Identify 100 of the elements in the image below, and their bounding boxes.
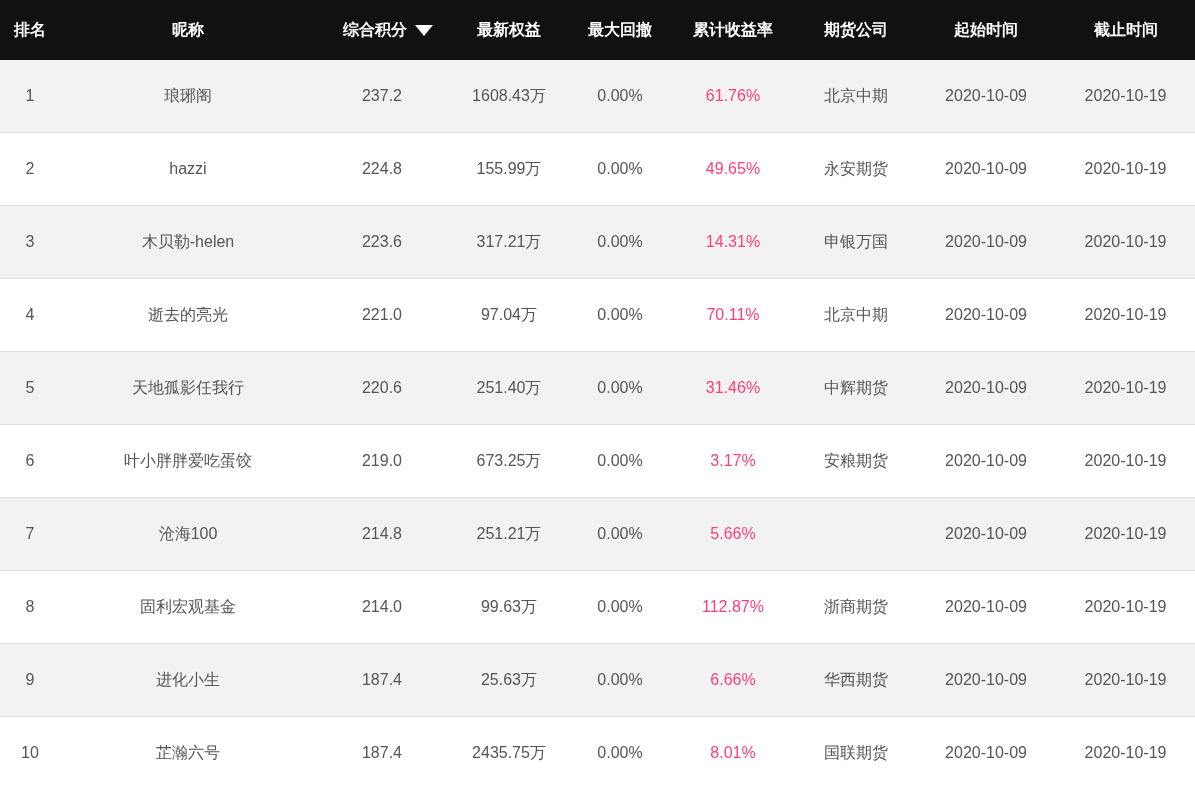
table-cell-text: 99.63万 [480,597,537,617]
column-header[interactable]: 累计收益率 [670,18,796,42]
table-cell-text: 2020-10-19 [1084,597,1167,617]
column-header[interactable]: 截止时间 [1056,18,1195,42]
column-header[interactable]: 期货公司 [796,18,916,42]
table-cell-text: 97.04万 [480,305,537,325]
table-cell-text: 2020-10-09 [945,232,1027,252]
table-cell-text: 叶小胖胖爱吃蛋饺 [124,451,252,471]
table-cell-text: 223.6 [361,232,402,252]
table-cell-text: 6 [25,451,35,471]
table-cell-text: 317.21万 [476,232,542,252]
column-header[interactable]: 排名 [0,18,60,42]
column-label: 截止时间 [1093,20,1158,40]
column-header[interactable]: 起始时间 [916,18,1056,42]
table-cell-text: 0.00% [597,159,643,179]
table-cell-text: 2020-10-09 [945,670,1027,690]
column-label: 起始时间 [954,20,1018,40]
table-cell-text: 61.76% [705,86,761,106]
table-cell-text: 北京中期 [824,86,888,106]
table-cell-text: 187.4 [361,743,402,763]
table-cell-text: 3 [25,232,35,252]
table-cell-text: 2020-10-19 [1084,232,1167,252]
table-cell-text: 2020-10-19 [1084,743,1167,763]
table-cell-text: 10 [21,743,39,763]
table-cell-text: 219.0 [361,451,402,471]
table-cell-text: 2020-10-19 [1084,451,1167,471]
table-cell-text: 安粮期货 [824,451,888,471]
table-cell-text: 214.0 [361,597,402,617]
table-cell-text: 2435.75万 [472,743,546,763]
table-cell-text: 木贝勒-helen [141,232,235,252]
table-cell-text: 8 [25,597,35,617]
table-cell-text: 14.31% [705,232,761,252]
table-cell-text: 2020-10-19 [1084,159,1167,179]
table-cell-text: 9 [25,670,35,690]
table-cell-text: 2020-10-19 [1084,524,1167,544]
table-cell-text: 5 [25,378,35,398]
table-cell-text: 国联期货 [824,743,888,763]
table-cell-text: 0.00% [597,597,643,617]
table-cell-text: 2020-10-09 [945,451,1027,471]
table-cell-text: 2020-10-19 [1084,305,1167,325]
table-cell-text: 芷瀚六号 [156,743,220,763]
table-cell-text: 2020-10-09 [945,86,1027,106]
table-cell-text: 251.40万 [476,378,542,398]
table-cell-text: 永安期货 [824,159,888,179]
table-cell-text: 2020-10-09 [945,305,1027,325]
table-cell-text: 华西期货 [824,670,888,690]
table-cell-text: 0.00% [597,305,643,325]
table-cell-text: 2020-10-09 [945,378,1027,398]
table-cell-text: 155.99万 [476,159,542,179]
column-header[interactable]: 最大回撤 [570,18,670,42]
column-header[interactable]: 综合积分 [316,18,448,42]
table-cell-text: 1608.43万 [472,86,546,106]
table-cell-text: 220.6 [361,378,402,398]
table-cell-text: 2020-10-09 [945,743,1027,763]
table-cell-text: 2020-10-19 [1084,86,1167,106]
table-cell-text: 214.8 [361,524,402,544]
table-cell-text: 237.2 [361,86,402,106]
table-cell-text: 0.00% [597,86,643,106]
table-cell-text: 251.21万 [476,524,542,544]
table-cell-text: 49.65% [705,159,761,179]
column-label: 昵称 [172,20,204,40]
column-label: 综合积分 [343,20,407,40]
table-cell-text: 申银万国 [824,232,888,252]
table-cell-text: 4 [25,305,35,325]
table-cell-text: 天地孤影任我行 [132,378,244,398]
column-header[interactable]: 最新权益 [448,18,570,42]
table-cell-text: 224.8 [361,159,402,179]
column-label: 最大回撤 [588,20,652,40]
table-cell-text: 2020-10-09 [945,597,1027,617]
table-cell-text: 0.00% [597,743,643,763]
table-cell-text: 2 [25,159,35,179]
table-cell-text: 北京中期 [824,305,888,325]
table-cell-text: 逝去的亮光 [148,305,228,325]
table-cell-text: 1 [25,86,35,106]
table-cell-text: 5.66% [710,524,756,544]
table-cell-text: 2020-10-09 [945,524,1027,544]
column-label: 排名 [14,20,46,40]
table-cell-text: 2020-10-19 [1084,670,1167,690]
table-cell-text: 673.25万 [476,451,542,471]
column-label: 累计收益率 [693,20,773,40]
sort-descending-icon [415,24,433,36]
table-cell-text: 221.0 [361,305,402,325]
table-cell-text: 琅琊阁 [164,86,212,106]
table-cell-text: 0.00% [597,232,643,252]
table-cell-text: 0.00% [597,670,643,690]
table-cell-text: 3.17% [710,451,756,471]
table-cell-text: 187.4 [361,670,402,690]
table-cell-text: 7 [25,524,35,544]
table-cell-text: 31.46% [705,378,761,398]
table-cell-text: 25.63万 [480,670,537,690]
table-cell-text: 进化小生 [156,670,220,690]
table-cell-text: 70.11% [706,305,760,325]
table-cell-text: 0.00% [597,378,643,398]
column-header[interactable]: 昵称 [60,18,316,42]
column-label: 期货公司 [824,20,888,41]
table-cell-text: 沧海100 [158,524,218,544]
table-cell-text: 2020-10-09 [945,159,1027,179]
table-cell-text: 0.00% [597,524,643,544]
table-cell-text: 0.00% [597,451,643,471]
table-cell-text: 固利宏观基金 [140,597,236,617]
